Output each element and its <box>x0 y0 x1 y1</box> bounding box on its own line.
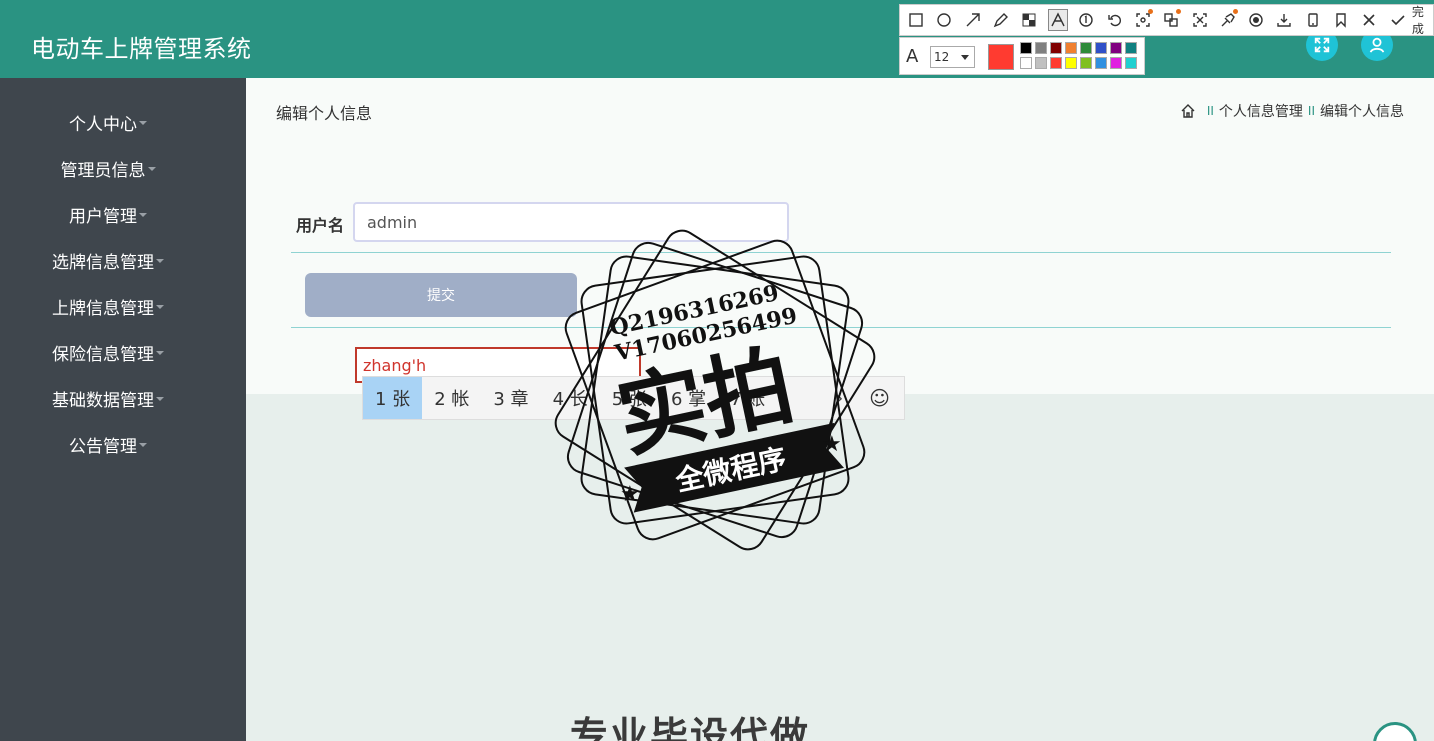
color-swatch[interactable] <box>1065 57 1077 69</box>
sidebar-item-label: 上牌信息管理 <box>52 298 154 319</box>
rect-icon[interactable] <box>906 9 926 31</box>
done-button[interactable]: 完成 <box>1412 3 1433 37</box>
sidebar-item-insurance[interactable]: 保险信息管理 <box>0 337 216 367</box>
user-icon <box>1369 37 1385 53</box>
color-swatch[interactable] <box>1095 57 1107 69</box>
breadcrumb-separator: II <box>1307 104 1315 118</box>
pencil-icon[interactable] <box>991 9 1011 31</box>
font-size-select[interactable]: 12 <box>930 46 975 68</box>
color-swatch[interactable] <box>1050 42 1062 54</box>
color-swatch[interactable] <box>1080 57 1092 69</box>
undo-icon[interactable] <box>1104 9 1124 31</box>
caret-down-icon <box>139 121 147 125</box>
color-swatch[interactable] <box>1110 42 1122 54</box>
breadcrumb: II 个人信息管理 II 编辑个人信息 <box>1180 101 1404 121</box>
check-icon[interactable] <box>1388 9 1408 31</box>
download-icon[interactable] <box>1274 9 1294 31</box>
color-swatch[interactable] <box>1080 42 1092 54</box>
ime-candidate[interactable]: 2 帐 <box>422 377 481 419</box>
color-swatch[interactable] <box>1020 57 1032 69</box>
caret-down-icon <box>147 167 156 171</box>
page-title: 编辑个人信息 <box>276 104 373 123</box>
caret-down-icon <box>156 351 164 355</box>
sidebar-item-label: 用户管理 <box>69 206 137 227</box>
text-icon[interactable] <box>1047 9 1069 31</box>
color-swatch[interactable] <box>1020 42 1032 54</box>
sidebar-item-personal-center[interactable]: 个人中心 <box>0 107 216 137</box>
number-icon[interactable] <box>1076 9 1096 31</box>
sidebar-item-plate-selection[interactable]: 选牌信息管理 <box>0 245 216 275</box>
ime-candidate[interactable]: 1 张 <box>363 377 423 419</box>
caret-down-icon <box>139 443 147 447</box>
close-icon[interactable] <box>1359 9 1379 31</box>
color-swatch[interactable] <box>1065 42 1077 54</box>
sidebar-item-label: 管理员信息 <box>60 160 146 181</box>
bottom-banner-text: 专业毕设代做 <box>570 714 811 741</box>
caret-down-icon <box>139 213 147 217</box>
app-title: 电动车上牌管理系统 <box>31 35 252 63</box>
breadcrumb-separator: II <box>1206 104 1214 118</box>
sidebar-item-label: 选牌信息管理 <box>52 252 154 273</box>
color-swatch[interactable] <box>1125 57 1137 69</box>
ellipse-icon[interactable] <box>934 9 954 31</box>
color-swatch[interactable] <box>1050 57 1062 69</box>
current-color-swatch[interactable] <box>988 44 1014 70</box>
translate-icon[interactable] <box>1161 9 1182 31</box>
star-icon: ★ <box>822 432 842 457</box>
caret-down-icon <box>156 305 164 309</box>
bookmark-icon[interactable] <box>1331 9 1351 31</box>
ime-composition-text: zhang'h <box>363 356 427 375</box>
long-screenshot-icon[interactable] <box>1189 9 1209 31</box>
ocr-icon[interactable] <box>1133 9 1154 31</box>
sidebar-item-user-management[interactable]: 用户管理 <box>0 199 216 229</box>
sidebar-item-plate-registration[interactable]: 上牌信息管理 <box>0 291 216 321</box>
watermark-stamp: Q2196316269 V17060256499 实拍 全微程序 ★ ★ <box>554 229 876 551</box>
caret-down-icon <box>156 259 164 263</box>
chevron-down-icon <box>961 55 969 60</box>
breadcrumb-item[interactable]: 个人信息管理 <box>1219 101 1303 121</box>
sidebar-item-label: 保险信息管理 <box>52 344 154 365</box>
breadcrumb-item: 编辑个人信息 <box>1320 104 1404 120</box>
sidebar-item-label: 个人中心 <box>69 114 137 135</box>
submit-button[interactable]: 提交 <box>305 273 577 317</box>
sidebar-item-admin-info[interactable]: 管理员信息 <box>0 153 216 183</box>
font-size-value: 12 <box>934 50 950 64</box>
sidebar-item-label: 基础数据管理 <box>52 390 154 411</box>
username-label: 用户名 <box>296 216 345 235</box>
font-icon: A <box>906 46 919 67</box>
color-swatch[interactable] <box>1035 42 1047 54</box>
record-icon[interactable] <box>1246 9 1266 31</box>
phone-icon[interactable] <box>1303 9 1323 31</box>
star-icon: ★ <box>620 482 640 507</box>
color-swatch[interactable] <box>1035 57 1047 69</box>
home-icon[interactable] <box>1180 103 1196 119</box>
expand-icon <box>1314 37 1330 53</box>
sidebar-item-base-data[interactable]: 基础数据管理 <box>0 383 216 413</box>
screenshot-toolbar: 完成 <box>899 4 1434 36</box>
sidebar: 个人中心 管理员信息 用户管理 选牌信息管理 上牌信息管理 保险信息管理 基础数… <box>0 78 246 741</box>
mosaic-icon[interactable] <box>1019 9 1039 31</box>
ime-candidate[interactable]: 3 章 <box>481 377 540 419</box>
caret-down-icon <box>156 397 164 401</box>
color-swatch[interactable] <box>1110 57 1122 69</box>
sidebar-item-label: 公告管理 <box>69 436 137 457</box>
color-swatch[interactable] <box>1095 42 1107 54</box>
arrow-icon[interactable] <box>963 9 983 31</box>
sidebar-item-announcements[interactable]: 公告管理 <box>0 429 216 459</box>
screenshot-text-properties: A 12 <box>899 37 1145 75</box>
scroll-top-button[interactable] <box>1373 722 1417 741</box>
pin-icon[interactable] <box>1218 9 1238 31</box>
color-swatch[interactable] <box>1125 42 1137 54</box>
